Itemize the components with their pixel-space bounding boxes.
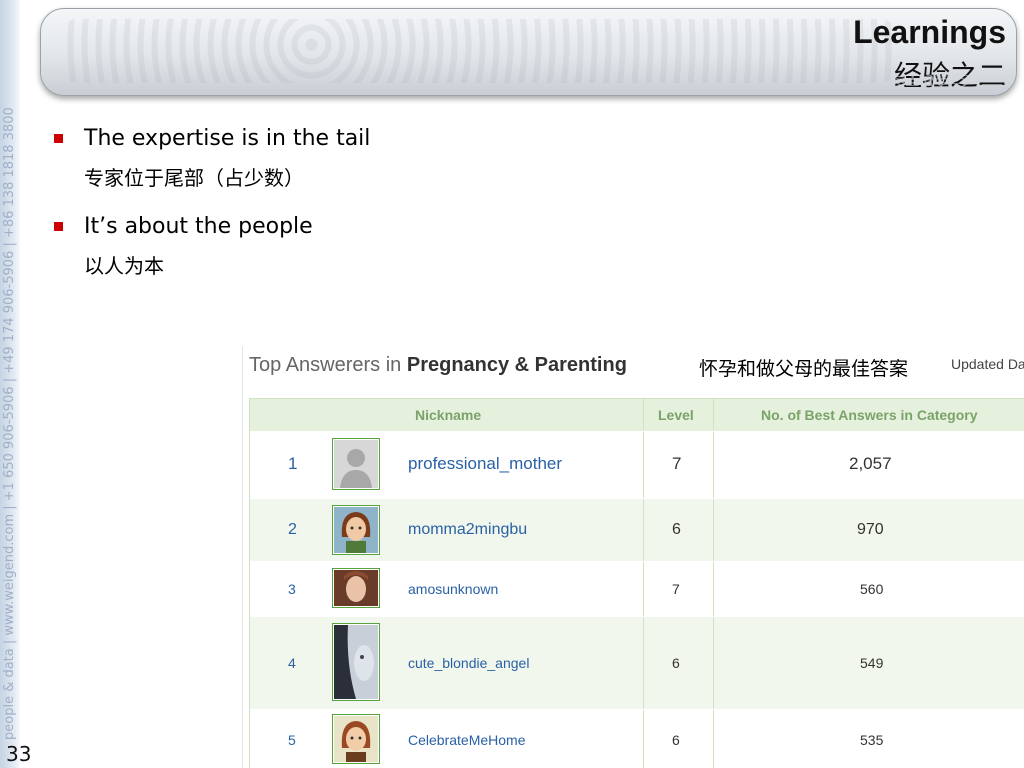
column-divider bbox=[643, 562, 644, 616]
column-divider bbox=[713, 617, 714, 709]
row-best-answers: 560 bbox=[860, 581, 884, 597]
title-reflection: 经验之二 bbox=[893, 72, 1006, 88]
bullet-text-en: It’s about the people bbox=[84, 214, 313, 239]
row-rank: 4 bbox=[288, 655, 296, 671]
answerers-table: Nickname Level No. of Best Answers in Ca… bbox=[249, 398, 1024, 768]
row-nickname-link[interactable]: CelebrateMeHome bbox=[408, 732, 526, 748]
column-header-nickname[interactable]: Nickname bbox=[415, 407, 481, 423]
bullet-text-zh: 以人为本 bbox=[84, 254, 164, 278]
avatar-image bbox=[334, 570, 378, 606]
table-row: 1 professional_mother 7 2,057 bbox=[250, 431, 1024, 498]
bullet-text-en: The expertise is in the tail bbox=[84, 126, 371, 151]
row-best-answers: 535 bbox=[860, 732, 884, 748]
row-level: 6 bbox=[672, 732, 680, 748]
side-contact-text: people & data | www.weigend.com | +1 650… bbox=[2, 107, 17, 740]
page-title: Learnings bbox=[853, 14, 1006, 50]
panel-title: Top Answerers in Pregnancy & Parenting bbox=[249, 354, 627, 377]
row-rank: 5 bbox=[288, 732, 296, 748]
row-best-answers: 549 bbox=[860, 655, 884, 671]
row-level: 6 bbox=[672, 521, 681, 538]
panel-title-prefix: Top Answerers in bbox=[249, 354, 407, 376]
avatar-image bbox=[334, 625, 378, 699]
bullet-marker-icon bbox=[54, 222, 63, 231]
column-divider bbox=[643, 499, 644, 561]
cartoon-woman-avatar[interactable] bbox=[332, 714, 380, 764]
column-divider bbox=[713, 499, 714, 561]
panel-title-zh: 怀孕和做父母的最佳答案 bbox=[699, 358, 909, 380]
column-divider bbox=[713, 399, 714, 431]
column-divider bbox=[643, 399, 644, 431]
column-divider bbox=[643, 710, 644, 768]
table-row: 5 CelebrateMeHome 6 535 bbox=[250, 709, 1024, 768]
default-silhouette-icon[interactable] bbox=[332, 438, 380, 490]
table-row: 2 momma2mingbu 6 970 bbox=[250, 498, 1024, 561]
row-level: 7 bbox=[672, 581, 680, 597]
row-nickname-link[interactable]: cute_blondie_angel bbox=[408, 655, 529, 671]
world-map-decoration bbox=[61, 19, 896, 83]
column-divider bbox=[713, 562, 714, 616]
table-row: 4 cute_blondie_angel 6 549 bbox=[250, 616, 1024, 709]
photo-avatar[interactable] bbox=[332, 568, 380, 608]
row-best-answers: 2,057 bbox=[849, 454, 892, 473]
row-best-answers: 970 bbox=[857, 521, 884, 538]
column-header-best-answers[interactable]: No. of Best Answers in Category bbox=[761, 407, 978, 423]
bullet-text-zh: 专家位于尾部（占少数） bbox=[84, 166, 304, 190]
top-answerers-panel: Top Answerers in Pregnancy & Parenting 怀… bbox=[242, 346, 1024, 768]
row-rank: 3 bbox=[288, 581, 296, 597]
avatar-image bbox=[334, 440, 378, 488]
cartoon-woman-avatar[interactable] bbox=[332, 505, 380, 555]
panel-title-category[interactable]: Pregnancy & Parenting bbox=[407, 354, 627, 376]
table-row: 3 amosunknown 7 560 bbox=[250, 561, 1024, 616]
page-number: 33 bbox=[6, 742, 32, 766]
column-divider bbox=[643, 617, 644, 709]
avatar-image bbox=[334, 716, 378, 762]
row-nickname-link[interactable]: amosunknown bbox=[408, 581, 498, 597]
row-rank: 1 bbox=[288, 454, 298, 473]
column-header-level[interactable]: Level bbox=[658, 407, 694, 423]
column-divider bbox=[643, 432, 644, 498]
table-header: Nickname Level No. of Best Answers in Ca… bbox=[250, 399, 1024, 431]
photo-avatar[interactable] bbox=[332, 623, 380, 701]
row-rank: 2 bbox=[288, 521, 297, 538]
row-level: 6 bbox=[672, 655, 680, 671]
row-nickname-link[interactable]: professional_mother bbox=[408, 454, 562, 474]
column-divider bbox=[713, 710, 714, 768]
updated-date-label: Updated Da bbox=[951, 356, 1024, 372]
column-divider bbox=[713, 432, 714, 498]
bullet-marker-icon bbox=[54, 134, 63, 143]
row-level: 7 bbox=[672, 454, 682, 473]
row-nickname-link[interactable]: momma2mingbu bbox=[408, 521, 527, 539]
avatar-image bbox=[334, 507, 378, 553]
